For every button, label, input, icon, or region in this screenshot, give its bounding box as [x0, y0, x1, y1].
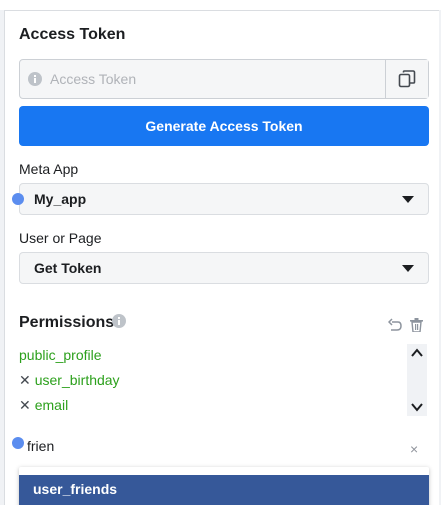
focus-indicator-dot	[12, 193, 24, 205]
top-strip	[0, 0, 441, 10]
meta-app-label: Meta App	[19, 161, 79, 177]
access-token-field[interactable]: Access Token	[19, 59, 429, 99]
graph-explorer-sidebar: Access Token Access Token Generate Acces…	[4, 10, 439, 505]
trash-icon[interactable]	[410, 318, 423, 332]
permission-label: public_profile	[19, 347, 102, 363]
permission-item: ✕ email	[19, 397, 68, 414]
permission-suggestions-dropdown: user_friends	[19, 467, 429, 505]
permissions-title: Permissions	[19, 314, 115, 331]
permissions-list: public_profile ✕ user_birthday ✕ email	[19, 341, 415, 419]
user-or-page-label: User or Page	[19, 230, 102, 246]
permission-label: email	[34, 397, 69, 413]
permission-label: user_birthday	[34, 372, 120, 388]
permission-item: ✕ user_birthday	[19, 372, 120, 389]
info-icon	[28, 72, 42, 86]
scroll-down-icon[interactable]	[411, 402, 423, 412]
chevron-down-icon	[402, 196, 414, 203]
scroll-up-icon[interactable]	[411, 348, 423, 358]
permission-search-input[interactable]: frien	[27, 438, 54, 454]
copy-icon	[398, 70, 416, 88]
copy-token-button[interactable]	[385, 60, 428, 98]
access-token-title: Access Token	[19, 26, 126, 43]
chevron-down-icon	[402, 265, 414, 272]
focus-indicator-dot	[12, 437, 24, 449]
clear-search-icon[interactable]: ×	[410, 441, 418, 457]
meta-app-select[interactable]: My_app	[19, 183, 429, 215]
remove-permission-icon[interactable]: ✕	[19, 397, 31, 413]
meta-app-value: My_app	[34, 191, 87, 207]
user-or-page-value: Get Token	[34, 260, 102, 276]
access-token-placeholder: Access Token	[50, 71, 137, 87]
remove-permission-icon[interactable]: ✕	[19, 372, 31, 388]
suggestion-item[interactable]: user_friends	[19, 475, 429, 505]
permission-item: public_profile	[19, 347, 102, 363]
generate-access-token-button[interactable]: Generate Access Token	[19, 106, 429, 146]
info-icon[interactable]	[112, 314, 126, 328]
undo-icon[interactable]	[388, 318, 402, 332]
user-or-page-select[interactable]: Get Token	[19, 252, 429, 284]
permissions-scrollbar[interactable]	[407, 344, 427, 416]
